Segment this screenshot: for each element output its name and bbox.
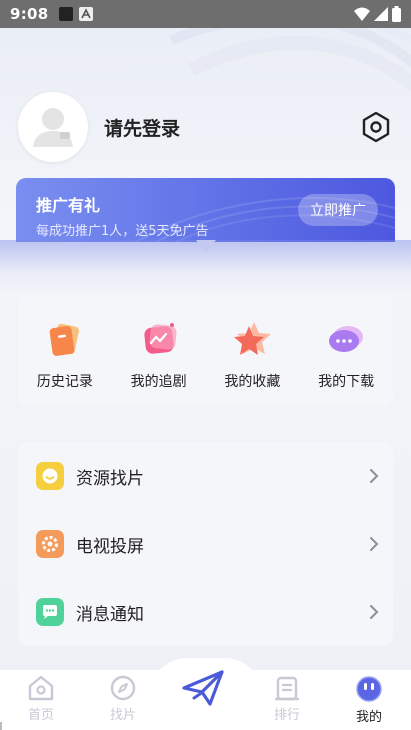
list-label-tv-cast: 电视投屏 (76, 536, 144, 557)
login-prompt[interactable]: 请先登录 (104, 114, 180, 141)
quick-label-history: 历史记录 (36, 374, 93, 390)
profile-face-icon (356, 676, 382, 702)
nav-label-discover: 找片 (109, 708, 136, 723)
paper-plane-icon (182, 670, 224, 706)
status-time: 9:08 (10, 5, 49, 23)
ranking-icon (274, 676, 300, 701)
nav-item-ranking[interactable]: 排行 (257, 674, 317, 723)
battery-icon (392, 6, 401, 22)
gear-icon (36, 530, 64, 558)
follow-drama-icon (144, 323, 177, 354)
promo-pointer-decoration (196, 240, 216, 252)
quick-label-download: 我的下载 (318, 374, 375, 390)
nav-item-discover[interactable]: 找片 (93, 674, 153, 723)
list-label-notifications: 消息通知 (76, 604, 144, 625)
promote-now-button[interactable]: 立即推广 (298, 194, 378, 226)
chevron-right-icon (370, 537, 379, 551)
favorites-icon (234, 322, 272, 355)
quick-item-history[interactable]: 历史记录 (22, 319, 108, 391)
status-bar: 9:08 (0, 0, 411, 28)
quick-item-follow[interactable]: 我的追剧 (116, 319, 202, 391)
quick-label-follow: 我的追剧 (130, 374, 187, 390)
promo-banner[interactable]: 推广有礼 每成功推广1人，送5天免广告 立即推广 (16, 178, 395, 242)
smile-face-icon (36, 462, 64, 490)
nav-label-mine: 我的 (355, 710, 382, 725)
list-item-resource-search[interactable]: 资源找片 (18, 442, 393, 510)
home-icon (28, 675, 54, 701)
promo-title: 推广有礼 (36, 196, 101, 215)
nav-label-home: 首页 (27, 708, 54, 723)
chevron-right-icon (370, 605, 379, 619)
default-user-icon (33, 108, 73, 147)
settings-list-card: 资源找片 电视投屏 消息通知 (18, 442, 393, 646)
list-item-tv-cast[interactable]: 电视投屏 (18, 510, 393, 578)
chevron-right-icon (370, 469, 379, 483)
quick-item-download[interactable]: 我的下载 (303, 319, 389, 391)
corner-mark-decoration (0, 722, 2, 730)
list-item-notifications[interactable]: 消息通知 (18, 578, 393, 646)
compass-icon (110, 675, 136, 701)
nav-label-ranking: 排行 (273, 708, 300, 723)
nav-item-center[interactable] (173, 668, 233, 710)
notification-a-icon (78, 7, 93, 21)
wifi-icon (354, 7, 370, 21)
quick-label-favorites: 我的收藏 (224, 374, 281, 390)
signal-icon (374, 7, 388, 21)
nav-item-home[interactable]: 首页 (11, 674, 71, 723)
notification-app-icon (58, 7, 73, 21)
nav-item-mine[interactable]: 我的 (339, 674, 399, 725)
list-label-resource-search: 资源找片 (76, 468, 144, 489)
settings-hexagon-icon[interactable] (359, 110, 393, 144)
promo-subtitle: 每成功推广1人，送5天免广告 (36, 224, 209, 239)
chat-bubble-icon (36, 598, 64, 626)
download-icon (329, 326, 364, 352)
quick-menu-card: 历史记录 我的追剧 我的收藏 我的下载 (18, 295, 393, 407)
history-icon (49, 323, 79, 356)
quick-item-favorites[interactable]: 我的收藏 (209, 319, 295, 391)
avatar[interactable] (18, 92, 88, 162)
